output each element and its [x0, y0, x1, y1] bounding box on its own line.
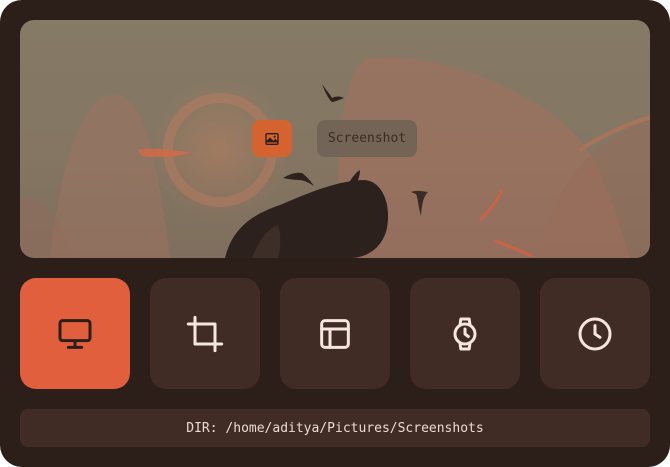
monitor-icon [58, 318, 92, 349]
mode-timer-button[interactable] [410, 278, 520, 389]
image-icon [265, 132, 279, 145]
crop-icon [186, 315, 224, 352]
mode-window-button[interactable] [280, 278, 390, 389]
clock-icon [578, 317, 612, 350]
image-badge [252, 120, 292, 157]
mode-crop-button[interactable] [150, 278, 260, 389]
screenshot-tool-window: Screenshot DIR: /home/aditya/Pictures/Sc… [0, 0, 670, 467]
screenshot-preview: Screenshot [20, 20, 650, 258]
directory-path-text: DIR: /home/aditya/Pictures/Screenshots [186, 420, 484, 436]
capture-mode-bar [20, 278, 650, 389]
preview-label: Screenshot [317, 120, 417, 157]
window-layout-icon [320, 318, 350, 349]
directory-path-bar[interactable]: DIR: /home/aditya/Pictures/Screenshots [20, 409, 650, 447]
watch-icon [453, 317, 477, 350]
mode-delay-button[interactable] [540, 278, 650, 389]
mode-screen-button[interactable] [20, 278, 130, 389]
